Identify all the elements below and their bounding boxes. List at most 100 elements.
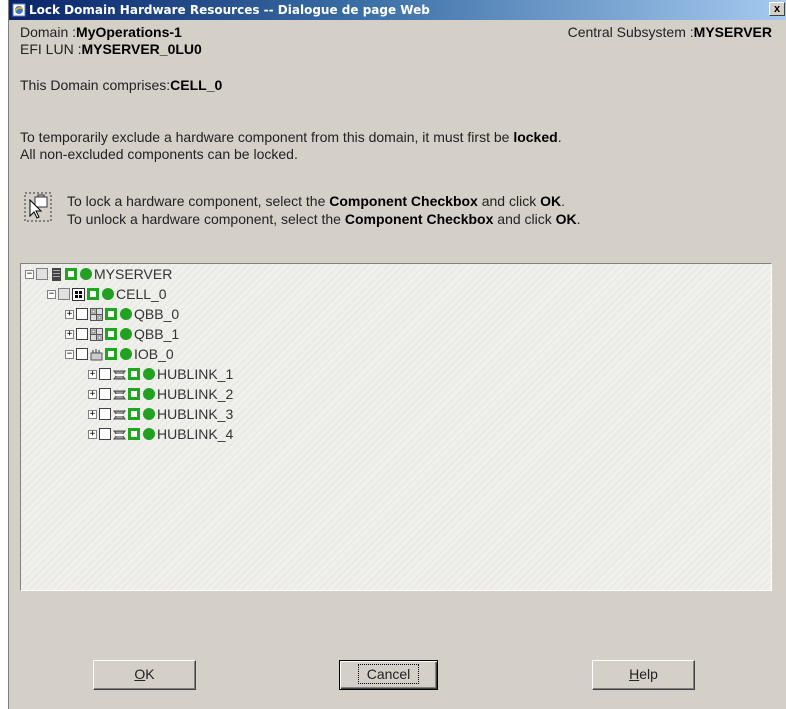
instruction-text: To unlock a hardware component, select t… [67,211,345,227]
node-label[interactable]: QBB_0 [134,306,179,322]
component-checkbox[interactable] [99,408,111,420]
node-label[interactable]: HUBLINK_1 [157,366,233,382]
component-checkbox[interactable] [76,348,88,360]
health-status-dot [143,428,155,440]
expand-toggle[interactable]: + [88,409,97,419]
hublink-icon [113,430,126,439]
lock-status-indicator [128,368,140,380]
title-bar[interactable]: Lock Domain Hardware Resources -- Dialog… [9,0,786,20]
qbb-icon [90,327,103,341]
cancel-label: Cancel [357,664,420,684]
hublink-icon [113,370,126,379]
dialog-window: Lock Domain Hardware Resources -- Dialog… [8,0,786,709]
instruction-text: and click [477,193,541,209]
health-status-dot [143,388,155,400]
health-status-dot [102,288,114,300]
tree-node-myserver[interactable]: − MYSERVER [25,266,172,282]
component-checkbox[interactable] [99,428,111,440]
tree-node-iob-0[interactable]: − IOB_0 [65,346,174,362]
instruction-text: . [576,211,581,227]
domain-line: Domain :MyOperations-1 [20,24,182,40]
comprises-label: This Domain comprises: [20,77,171,93]
efi-lun-value: MYSERVER_0LU0 [81,41,202,57]
tree-node-hublink-4[interactable]: + HUBLINK_4 [88,426,233,442]
help-button[interactable]: Help [592,660,695,690]
node-label[interactable]: HUBLINK_2 [157,386,233,402]
health-status-dot [143,408,155,420]
node-label[interactable]: HUBLINK_3 [157,406,233,422]
component-checkbox[interactable] [36,268,48,280]
collapse-toggle[interactable]: − [47,289,56,299]
health-status-dot [80,268,92,280]
health-status-dot [143,368,155,380]
subsystem-label: Central Subsystem : [567,24,694,40]
collapse-toggle[interactable]: − [25,269,34,279]
node-label[interactable]: MYSERVER [94,266,172,282]
lock-status-indicator [105,328,117,340]
collapse-toggle[interactable]: − [65,349,74,359]
node-label[interactable]: QBB_1 [134,326,179,342]
qbb-icon [90,307,103,321]
expand-toggle[interactable]: + [88,389,97,399]
component-checkbox-keyword: Component Checkbox [329,193,478,209]
expand-toggle[interactable]: + [65,329,74,339]
server-icon [52,267,61,281]
ie-page-icon [12,3,26,17]
lock-status-indicator [87,288,99,300]
tree-node-qbb-1[interactable]: + QBB_1 [65,326,179,342]
health-status-dot [120,328,132,340]
component-checkbox-keyword: Component Checkbox [344,211,494,227]
tree-node-hublink-1[interactable]: + HUBLINK_1 [88,366,233,382]
domain-value: MyOperations-1 [76,24,182,40]
expand-toggle[interactable]: + [88,429,97,439]
instruction-line-1: To temporarily exclude a hardware compon… [20,129,562,145]
close-button[interactable]: x [769,2,785,16]
unlock-instruction: To unlock a hardware component, select t… [67,211,581,227]
node-label[interactable]: HUBLINK_4 [157,426,233,442]
health-status-dot [120,308,132,320]
hublink-icon [113,410,126,419]
ok-mnemonic: O [134,666,146,682]
component-tree[interactable]: − MYSERVER − CELL_0 + QBB_0 + QBB_1 − IO… [20,263,772,591]
node-label[interactable]: CELL_0 [116,286,167,302]
domain-comprises-line: This Domain comprises:CELL_0 [20,77,222,93]
lock-component-icon [24,192,52,222]
tree-node-cell-0[interactable]: − CELL_0 [47,286,167,302]
lock-status-indicator [128,388,140,400]
subsystem-line: Central Subsystem :MYSERVER [568,24,772,40]
lock-status-indicator [105,308,117,320]
subsystem-value: MYSERVER [693,24,772,40]
ok-keyword: OK [555,211,577,227]
tree-node-hublink-2[interactable]: + HUBLINK_2 [88,386,233,402]
cell-icon [72,287,85,301]
ok-label-rest: K [145,666,155,682]
cancel-button[interactable]: Cancel [339,660,438,690]
instruction-text: To temporarily exclude a hardware compon… [20,129,514,145]
help-label-rest: elp [639,666,658,682]
efi-lun-line: EFI LUN :MYSERVER_0LU0 [20,41,202,57]
instruction-text: . [561,193,565,209]
comprises-value: CELL_0 [170,77,223,93]
component-checkbox[interactable] [76,328,88,340]
ok-keyword: OK [540,193,562,209]
node-label[interactable]: IOB_0 [134,346,174,362]
instruction-text: and click [493,211,556,227]
instruction-line-2: All non-excluded components can be locke… [20,146,298,162]
instruction-text: To lock a hardware component, select the [67,193,330,209]
ok-button[interactable]: OK [93,660,196,690]
hublink-icon [113,390,126,399]
expand-toggle[interactable]: + [65,309,74,319]
tree-node-qbb-0[interactable]: + QBB_0 [65,306,179,322]
iob-icon [90,348,103,360]
efi-lun-label: EFI LUN : [20,41,82,57]
component-checkbox[interactable] [58,288,70,300]
component-checkbox[interactable] [76,308,88,320]
locked-keyword: locked [513,129,558,145]
expand-toggle[interactable]: + [88,369,97,379]
tree-node-hublink-3[interactable]: + HUBLINK_3 [88,406,233,422]
component-checkbox[interactable] [99,368,111,380]
component-checkbox[interactable] [99,388,111,400]
lock-status-indicator [128,428,140,440]
lock-instruction: To lock a hardware component, select the… [67,193,565,209]
lock-status-indicator [128,408,140,420]
